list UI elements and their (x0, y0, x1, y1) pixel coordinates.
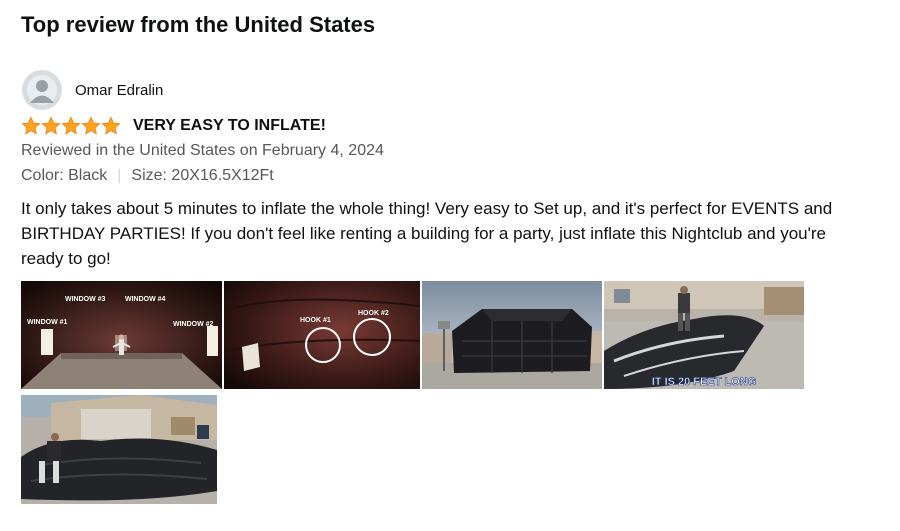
default-user-icon (22, 70, 62, 110)
star-icon (81, 116, 101, 135)
image2-label-2: HOOK #2 (358, 310, 389, 317)
review-image-4[interactable]: IT IS 20 FEET LONG (604, 281, 804, 389)
star-rating[interactable] (21, 116, 121, 136)
review-title[interactable]: VERY EASY TO INFLATE! (133, 117, 326, 135)
image1-label-4: WINDOW #2 (173, 321, 214, 328)
star-icon (41, 116, 61, 135)
review-image-5[interactable] (21, 395, 217, 504)
review-date: Reviewed in the United States on Februar… (21, 142, 384, 159)
review-body: It only takes about 5 minutes to inflate… (21, 199, 833, 268)
size-variant: Size: 20X16.5X12Ft (131, 167, 274, 184)
variant-separator: | (117, 167, 122, 184)
color-variant: Color: Black (21, 167, 108, 184)
image1-label-2: WINDOW #4 (125, 296, 166, 303)
section-heading: Top review from the United States (21, 12, 376, 37)
star-icon (101, 116, 121, 135)
star-icon (21, 116, 41, 135)
review-image-1[interactable]: WINDOW #3 WINDOW #4 WINDOW #1 WINDOW #2 (21, 281, 222, 389)
star-icon (61, 116, 81, 135)
image2-label-1: HOOK #1 (300, 317, 331, 324)
image1-label-3: WINDOW #1 (27, 319, 68, 326)
review-image-2[interactable]: HOOK #1 HOOK #2 (224, 281, 420, 389)
reviewer-profile[interactable]: Omar Edralin (22, 70, 163, 110)
reviewer-name[interactable]: Omar Edralin (75, 82, 163, 99)
image4-caption: IT IS 20 FEET LONG (652, 376, 757, 388)
review-image-3[interactable] (422, 281, 602, 389)
variant-info: Color: Black | Size: 20X16.5X12Ft (21, 167, 274, 185)
image1-label-1: WINDOW #3 (65, 296, 106, 303)
